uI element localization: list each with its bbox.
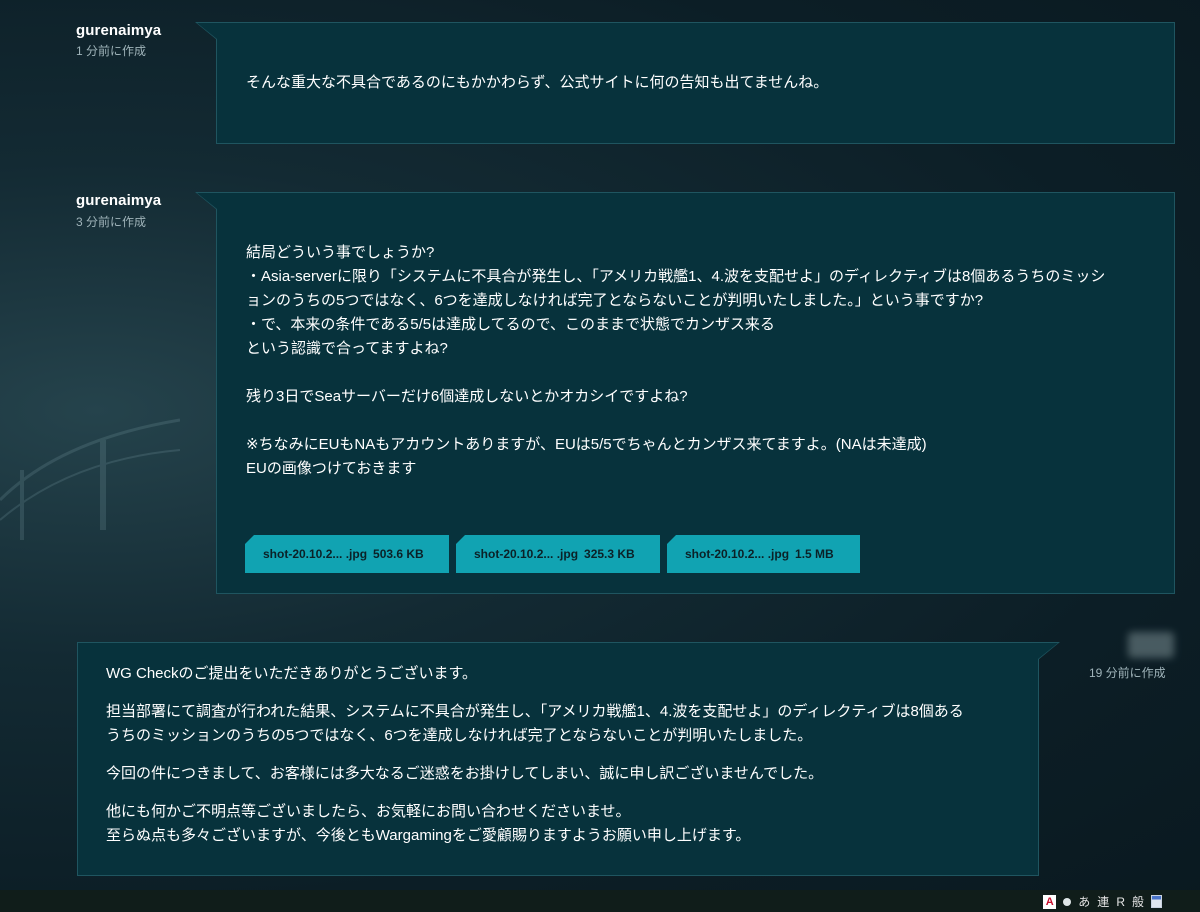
message-line: EUの画像つけておきます <box>246 460 417 477</box>
ime-dictionary-indicator[interactable]: 般 <box>1132 893 1144 910</box>
taskbar: A あ 連 R 般 <box>0 890 1200 912</box>
attachment-file[interactable]: shot-20.10.2... .jpg 1.5 MB <box>667 535 860 573</box>
message-body: WG Checkのご提出をいただきありがとうございます。 担当部署にて調査が行わ… <box>106 662 964 848</box>
support-avatar <box>1128 632 1174 658</box>
message-line: 至らぬ点も多々ございますが、今後ともWargamingをご愛顧賜りますようお願い… <box>106 827 751 844</box>
ime-hiragana-indicator[interactable]: あ <box>1078 893 1090 910</box>
message-bubble: 結局どういう事でしょうか? ・Asia-serverに限り「システムに不具合が発… <box>195 192 1175 594</box>
message-line: 結局どういう事でしょうか? <box>246 244 435 261</box>
attachment-file[interactable]: shot-20.10.2... .jpg 503.6 KB <box>245 535 449 573</box>
message-line: 今回の件につきまして、お客様には多大なるご迷惑をお掛けしてしまい、誠に申し訳ござ… <box>106 765 824 782</box>
message-bubble: そんな重大な不具合であるのにもかかわらず、公式サイトに何の告知も出てませんね。 <box>195 22 1175 144</box>
attachment-corner <box>245 535 254 544</box>
ime-pad-icon[interactable] <box>1151 895 1162 908</box>
message-line: WG Checkのご提出をいただきありがとうございます。 <box>106 665 478 682</box>
message-line: ョンのうちの5つではなく、6つを達成しなければ完了とならないことが判明いたしまし… <box>246 292 984 309</box>
attachment-file[interactable]: shot-20.10.2... .jpg 325.3 KB <box>456 535 660 573</box>
message-timestamp: 19 分前に作成 <box>1089 666 1166 680</box>
status-dot-icon[interactable] <box>1063 897 1072 906</box>
acrobat-icon[interactable]: A <box>1043 894 1057 909</box>
background-decoration <box>0 418 180 540</box>
message-line: 担当部署にて調査が行われた結果、システムに不具合が発生し、「アメリカ戦艦1、4.… <box>106 703 964 720</box>
message-timestamp: 3 分前に作成 <box>76 215 147 229</box>
message-line: ・で、本来の条件である5/5は達成してるので、このままで状態でカンザス来る <box>246 316 775 333</box>
message-line: うちのミッションのうちの5つではなく、6つを達成しなければ完了とならないことが判… <box>106 727 813 744</box>
attachment-name: shot-20.10.2... .jpg <box>685 547 790 561</box>
attachment-size: 325.3 KB <box>584 547 635 561</box>
attachment-list: shot-20.10.2... .jpg 503.6 KB shot-20.10… <box>245 535 860 573</box>
attachment-size: 503.6 KB <box>373 547 424 561</box>
message-line: ・Asia-serverに限り「システムに不具合が発生し、「アメリカ戦艦1、4.… <box>246 268 1106 285</box>
message-timestamp: 1 分前に作成 <box>76 44 147 58</box>
message-line: 他にも何かご不明点等ございましたら、お気軽にお問い合わせくださいませ。 <box>106 803 631 820</box>
support-message-bubble: WG Checkのご提出をいただきありがとうございます。 担当部署にて調査が行わ… <box>77 642 1060 876</box>
message-line: という認識で合ってますよね? <box>246 340 448 357</box>
message-line: そんな重大な不具合であるのにもかかわらず、公式サイトに何の告知も出てませんね。 <box>246 74 829 91</box>
attachment-name: shot-20.10.2... .jpg <box>474 547 579 561</box>
attachment-name: shot-20.10.2... .jpg <box>263 547 368 561</box>
message-line: ※ちなみにEUもNAもアカウントありますが、EUは5/5でちゃんとカンザス来てま… <box>246 436 927 453</box>
attachment-corner <box>456 535 465 544</box>
author-name[interactable]: gurenaimya <box>76 192 161 209</box>
message-body: そんな重大な不具合であるのにもかかわらず、公式サイトに何の告知も出てませんね。 <box>246 71 828 95</box>
system-tray: A あ 連 R 般 <box>1043 893 1162 910</box>
message-line: 残り3日でSeaサーバーだけ6個達成しないとかオカシイですよね? <box>246 388 688 405</box>
attachment-size: 1.5 MB <box>795 547 834 561</box>
message-body: 結局どういう事でしょうか? ・Asia-serverに限り「システムに不具合が発… <box>246 241 1105 481</box>
ime-mode-indicator[interactable]: R <box>1116 895 1125 909</box>
ime-conversion-indicator[interactable]: 連 <box>1097 893 1109 910</box>
author-name[interactable]: gurenaimya <box>76 22 161 39</box>
attachment-corner <box>667 535 676 544</box>
